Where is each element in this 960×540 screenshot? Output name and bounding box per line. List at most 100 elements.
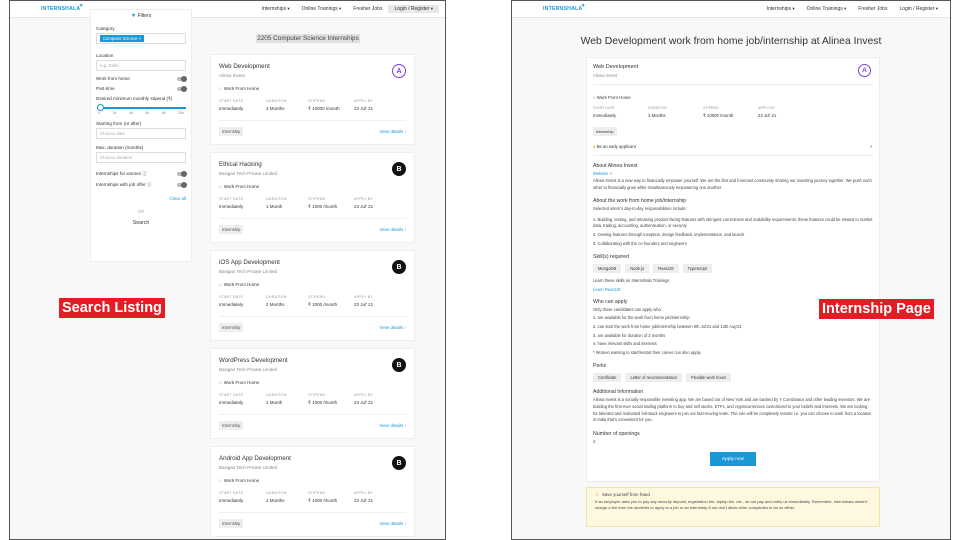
meta-apply: APPLY BY 23 Jul' 21 <box>758 106 813 119</box>
clear-all-link[interactable]: Clear all <box>96 196 186 201</box>
card-meta: START DATE Immediately DURATION 1 Month ST… <box>219 393 406 406</box>
top-navbar: INTERNSHALA✦ Internships Online Training… <box>10 1 445 18</box>
nav-login-register[interactable]: Login / Register <box>388 5 439 13</box>
meta-apply-head: APPLY BY <box>354 491 374 495</box>
wfh-toggle[interactable] <box>177 75 187 82</box>
openings-heading: Number of openings <box>593 430 640 437</box>
nav-login-register[interactable]: Login / Register <box>893 5 944 13</box>
meta-apply-value: 23 Jul' 21 <box>354 400 374 405</box>
internship-card[interactable]: Web Development Alinea Invest A ⌂ Work Fr… <box>210 54 415 145</box>
card-title[interactable]: WordPress Development <box>219 357 406 364</box>
card-company: Basigan Tech Private Limited <box>219 171 277 176</box>
job-title: Web Development <box>593 64 639 70</box>
view-details-link[interactable]: View details › <box>379 325 406 330</box>
internship-tag: Internship <box>593 127 617 136</box>
skills-heading: Skill(s) required <box>593 254 630 261</box>
parttime-filter[interactable]: Part-time <box>96 85 187 92</box>
search-listing-screenshot: INTERNSHALA✦ Internships Online Training… <box>9 0 446 540</box>
card-footer: Internship View details › <box>219 218 406 234</box>
nav-online-trainings[interactable]: Online Trainings <box>801 5 853 13</box>
fraud-title: ⚠ Save yourself from fraud <box>595 492 650 497</box>
who-item: 3. are available for duration of 3 month… <box>593 332 666 338</box>
search-listing-label: Search Listing <box>59 298 165 318</box>
meta-apply-value: 23 Jul' 21 <box>758 113 777 118</box>
learn-reactjs-link[interactable]: Learn ReactJS <box>593 287 873 292</box>
share-icon[interactable]: ⚭ <box>869 144 873 149</box>
card-footer: Internship View details › <box>219 414 406 430</box>
parttime-toggle[interactable] <box>177 85 187 92</box>
card-company: Alinea Invest <box>219 73 245 78</box>
joboffer-label: Internships with job offer ⓘ <box>96 182 152 187</box>
search-link[interactable]: Search <box>96 220 186 226</box>
meta-apply-head: APPLY BY <box>354 393 374 397</box>
women-filter[interactable]: Internships for women ⓘ <box>96 171 187 177</box>
category-chip[interactable]: Computer Science × <box>100 35 145 42</box>
meta-duration-value: 3 Months <box>266 106 285 111</box>
meta-duration-head: DURATION <box>266 197 287 201</box>
meta-stipend-head: STIPEND <box>703 106 719 110</box>
meta-start-value: Immediately <box>219 498 244 503</box>
card-title[interactable]: iOS App Development <box>219 259 406 266</box>
top-navbar: INTERNSHALA✦ Internships Online Training… <box>512 1 950 18</box>
meta-start-value: Immediately <box>219 302 244 307</box>
meta-stipend: STIPEND ₹ 1000 /month <box>308 491 354 504</box>
meta-start-head: START DATE <box>219 491 244 495</box>
meta-start: START DATE Immediately <box>219 393 266 406</box>
starting-date-input[interactable]: Choose date <box>96 128 186 139</box>
meta-start-head: START DATE <box>219 295 244 299</box>
card-title[interactable]: Web Development <box>219 63 406 70</box>
meta-start-head: START DATE <box>219 197 244 201</box>
nav-internships[interactable]: Internships <box>761 5 801 13</box>
meta-duration-value: 3 Months <box>648 113 666 118</box>
card-location: ⌂ Work From Home <box>219 86 260 91</box>
meta-duration-head: DURATION <box>266 393 287 397</box>
meta-duration: DURATION 3 Months <box>648 106 703 119</box>
card-meta: START DATE Immediately DURATION 1 Month ST… <box>219 197 406 210</box>
meta-stipend-value: ₹ 1000 /month <box>308 498 338 503</box>
nav-fresher-jobs[interactable]: Fresher Jobs <box>347 5 388 13</box>
wfh-filter[interactable]: Work from home <box>96 75 187 82</box>
card-location: ⌂ Work From Home <box>219 478 260 483</box>
company-logo: B <box>392 456 406 470</box>
card-footer: Internship View details › <box>219 316 406 332</box>
internshala-logo[interactable]: INTERNSHALA ✦ <box>41 3 83 12</box>
internship-card[interactable]: Android App Development Basigan Tech Pri… <box>210 446 415 537</box>
company-name[interactable]: Alinea Invest <box>593 73 873 78</box>
internship-card[interactable]: Ethical Hacking Basigan Tech Private Lim… <box>210 152 415 243</box>
internshala-logo[interactable]: INTERNSHALA ✦ <box>543 3 586 12</box>
skill-chip: Node.js <box>625 264 650 274</box>
meta-stipend-value: ₹ 10000 /month <box>308 106 340 111</box>
view-details-link[interactable]: View details › <box>379 521 406 526</box>
meta-apply: APPLY BY 23 Jul' 21 <box>354 393 394 406</box>
view-details-link[interactable]: View details › <box>379 423 406 428</box>
company-logo: A <box>392 64 406 78</box>
internship-tag: Internship <box>219 127 244 136</box>
or-divider: OR <box>137 209 145 214</box>
chip-close-icon[interactable]: × <box>139 36 141 41</box>
logo-bird-icon: ✦ <box>581 3 586 9</box>
internship-card[interactable]: WordPress Development Basigan Tech Priva… <box>210 348 415 439</box>
location-input[interactable]: e.g. Delhi <box>96 60 186 71</box>
website-link[interactable]: Website ↗ <box>593 171 873 176</box>
meta-start-head: START DATE <box>593 106 615 110</box>
stipend-slider-knob[interactable] <box>97 104 104 111</box>
card-footer: Internship View details › <box>219 120 406 136</box>
apply-now-button[interactable]: Apply now <box>710 452 756 467</box>
category-input[interactable]: Computer Science × <box>96 33 186 44</box>
card-title[interactable]: Ethical Hacking <box>219 161 406 168</box>
women-toggle[interactable] <box>177 171 187 177</box>
duration-input[interactable]: Choose duration <box>96 152 186 163</box>
meta-duration: DURATION 1 Month <box>266 197 308 210</box>
internship-card[interactable]: iOS App Development Basigan Tech Private… <box>210 250 415 341</box>
stipend-ticks: 0 2k 4k 6k 8k 10k <box>98 111 184 115</box>
joboffer-filter[interactable]: Internships with job offer ⓘ <box>96 182 187 188</box>
view-details-link[interactable]: View details › <box>379 129 406 134</box>
nav-fresher-jobs[interactable]: Fresher Jobs <box>852 5 893 13</box>
view-details-link[interactable]: View details › <box>379 227 406 232</box>
nav-internships[interactable]: Internships <box>256 5 296 13</box>
meta-apply-head: APPLY BY <box>354 197 374 201</box>
nav-online-trainings[interactable]: Online Trainings <box>296 5 348 13</box>
joboffer-toggle[interactable] <box>177 182 187 188</box>
card-title[interactable]: Android App Development <box>219 455 406 462</box>
stipend-slider[interactable] <box>97 104 186 111</box>
